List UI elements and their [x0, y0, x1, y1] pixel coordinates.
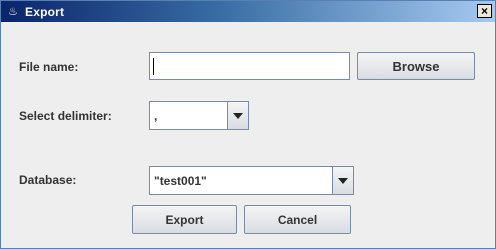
delimiter-label: Select delimiter:: [19, 109, 112, 123]
chevron-down-icon: [338, 177, 348, 184]
database-value: "test001": [154, 173, 207, 188]
database-dropdown-button[interactable]: [332, 167, 353, 194]
database-select[interactable]: "test001": [149, 166, 354, 195]
delimiter-dropdown-button[interactable]: [227, 102, 248, 129]
close-icon: ×: [480, 4, 488, 18]
export-dialog: ♨ Export × File name: Browse Select deli…: [0, 0, 496, 249]
file-name-input[interactable]: [149, 52, 350, 80]
delimiter-value: ,: [154, 108, 158, 123]
database-label: Database:: [19, 173, 77, 187]
app-icon: ♨: [8, 4, 18, 18]
file-name-label: File name:: [19, 60, 79, 74]
export-button[interactable]: Export: [132, 205, 237, 234]
close-button[interactable]: ×: [477, 4, 492, 18]
window-title: Export: [25, 4, 65, 19]
browse-button[interactable]: Browse: [357, 52, 475, 80]
delimiter-select[interactable]: ,: [149, 101, 249, 130]
title-bar[interactable]: ♨ Export ×: [1, 1, 495, 22]
cancel-button[interactable]: Cancel: [244, 205, 351, 234]
text-caret: [153, 58, 154, 75]
chevron-down-icon: [233, 112, 243, 119]
